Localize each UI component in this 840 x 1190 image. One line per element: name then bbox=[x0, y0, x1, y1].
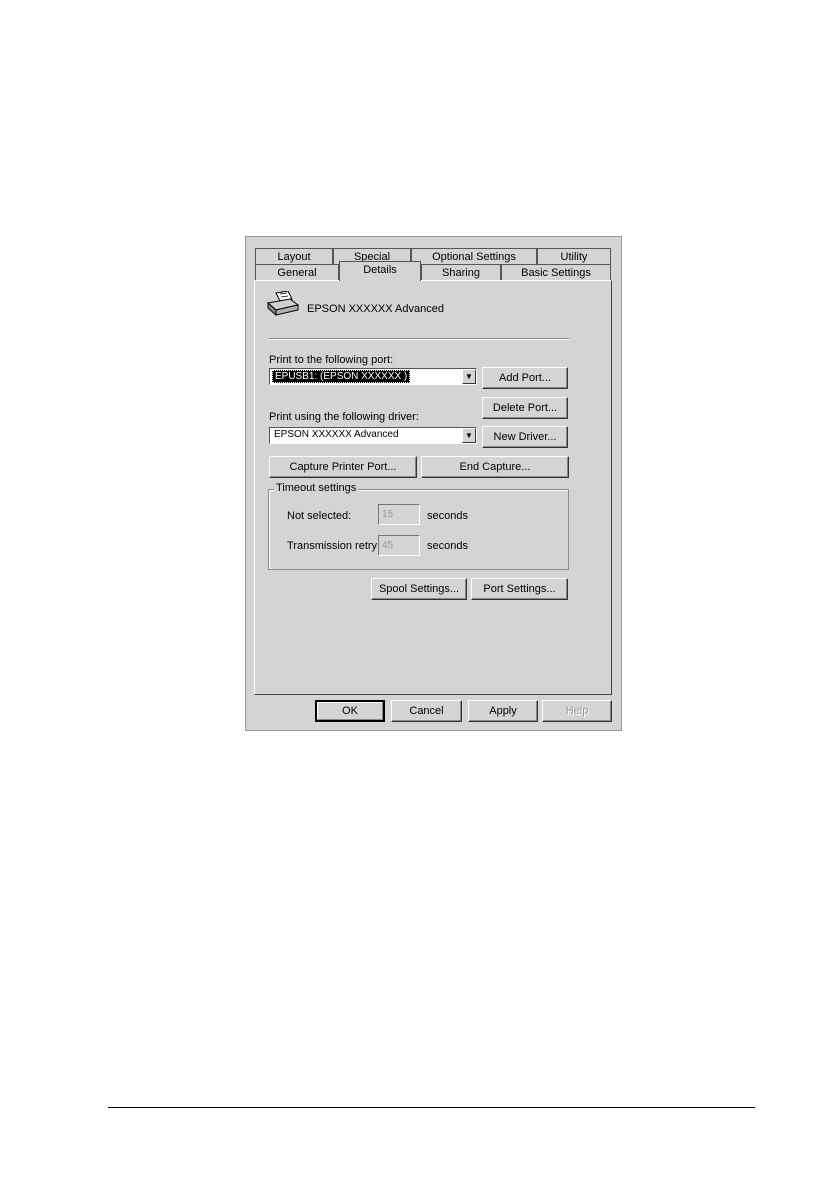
help-button[interactable]: Help bbox=[542, 700, 612, 722]
spool-settings-button[interactable]: Spool Settings... bbox=[371, 578, 467, 600]
not-selected-label: Not selected: bbox=[287, 510, 352, 522]
tab-sharing[interactable]: Sharing bbox=[421, 264, 501, 281]
driver-select[interactable]: EPSON XXXXXX Advanced ▼ bbox=[269, 427, 477, 444]
tab-details[interactable]: Details bbox=[339, 261, 421, 281]
end-capture-button[interactable]: End Capture... bbox=[421, 456, 569, 478]
ok-button[interactable]: OK bbox=[315, 700, 385, 722]
printer-name: EPSON XXXXXX Advanced bbox=[307, 303, 444, 315]
timeout-settings-group bbox=[268, 489, 569, 570]
apply-button[interactable]: Apply bbox=[468, 700, 538, 722]
driver-label: Print using the following driver: bbox=[269, 411, 419, 423]
port-select-value: EPUSB1: (EPSON XXXXXX ) bbox=[272, 370, 411, 383]
port-select[interactable]: EPUSB1: (EPSON XXXXXX ) ▼ bbox=[269, 368, 477, 385]
printer-icon bbox=[266, 290, 300, 317]
page-footer-rule bbox=[108, 1107, 755, 1108]
tab-utility[interactable]: Utility bbox=[537, 248, 611, 265]
capture-printer-port-button[interactable]: Capture Printer Port... bbox=[269, 456, 417, 478]
timeout-settings-title: Timeout settings bbox=[274, 482, 359, 495]
delete-port-button[interactable]: Delete Port... bbox=[482, 397, 568, 419]
tab-optional-settings[interactable]: Optional Settings bbox=[411, 248, 537, 265]
tab-layout[interactable]: Layout bbox=[255, 248, 333, 265]
tab-basic-settings[interactable]: Basic Settings bbox=[501, 264, 611, 281]
dropdown-arrow-icon[interactable]: ▼ bbox=[462, 428, 476, 443]
details-panel: EPSON XXXXXX Advanced Print to the follo… bbox=[254, 280, 612, 695]
new-driver-button[interactable]: New Driver... bbox=[482, 426, 568, 448]
cancel-button[interactable]: Cancel bbox=[391, 700, 462, 722]
port-label: Print to the following port: bbox=[269, 354, 394, 366]
printer-properties-dialog: Layout Special Optional Settings Utility… bbox=[245, 236, 622, 731]
driver-select-value: EPSON XXXXXX Advanced bbox=[274, 429, 399, 440]
transmission-retry-label: Transmission retry: bbox=[287, 540, 381, 552]
port-settings-button[interactable]: Port Settings... bbox=[471, 578, 568, 600]
not-selected-field[interactable]: 15 bbox=[378, 504, 420, 525]
dropdown-arrow-icon[interactable]: ▼ bbox=[462, 369, 476, 384]
transmission-retry-unit: seconds bbox=[427, 540, 468, 552]
separator bbox=[269, 338, 569, 340]
transmission-retry-field[interactable]: 45 bbox=[378, 535, 420, 556]
tab-general[interactable]: General bbox=[255, 264, 339, 281]
add-port-button[interactable]: Add Port... bbox=[482, 367, 568, 389]
not-selected-unit: seconds bbox=[427, 510, 468, 522]
